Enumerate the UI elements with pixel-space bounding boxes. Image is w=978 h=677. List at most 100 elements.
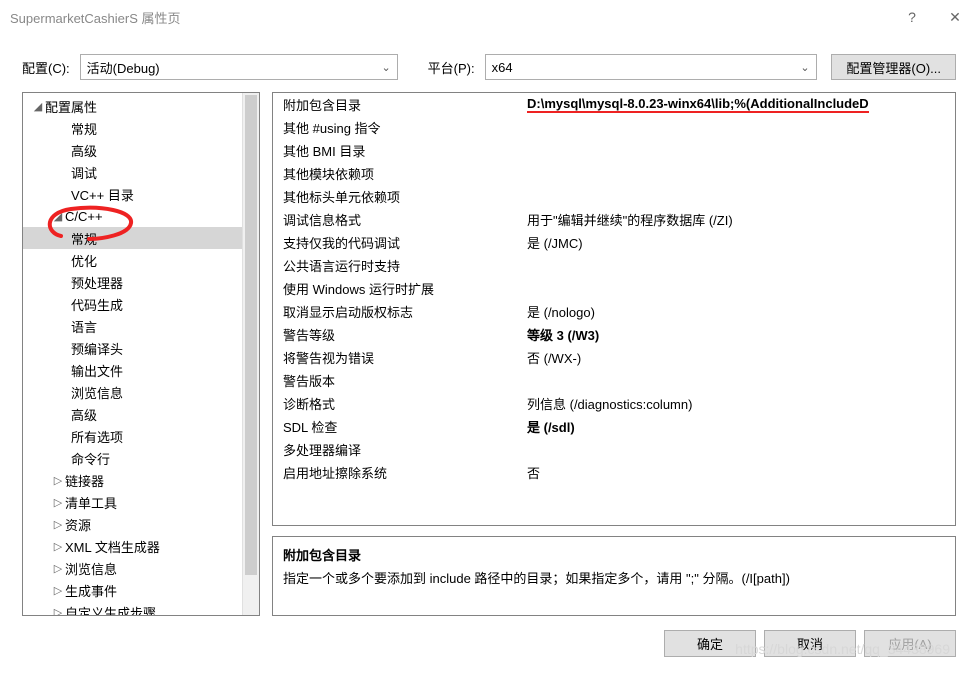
cancel-button[interactable]: 取消 — [764, 630, 856, 657]
property-value[interactable]: 列信息 (/diagnostics:column) — [525, 394, 955, 413]
property-row[interactable]: SDL 检查是 (/sdl) — [273, 415, 955, 438]
tree-item[interactable]: 调试 — [23, 161, 259, 183]
caret-right-icon: ▷ — [51, 606, 65, 617]
property-grid[interactable]: 附加包含目录D:\mysql\mysql-8.0.23-winx64\lib;%… — [272, 92, 956, 526]
platform-select[interactable]: x64 ⌄ — [485, 54, 817, 80]
property-value[interactable]: 是 (/sdl) — [525, 417, 955, 436]
tree-item[interactable]: 高级 — [23, 403, 259, 425]
property-label: 警告等级 — [273, 325, 525, 344]
property-label: 诊断格式 — [273, 394, 525, 413]
description-title: 附加包含目录 — [283, 545, 945, 564]
property-label: 调试信息格式 — [273, 210, 525, 229]
property-label: 将警告视为错误 — [273, 348, 525, 367]
property-row[interactable]: 其他 BMI 目录 — [273, 139, 955, 162]
property-row[interactable]: 使用 Windows 运行时扩展 — [273, 277, 955, 300]
chevron-down-icon: ⌄ — [381, 61, 390, 74]
property-row[interactable]: 其他模块依赖项 — [273, 162, 955, 185]
property-value[interactable]: D:\mysql\mysql-8.0.23-winx64\lib;%(Addit… — [525, 96, 955, 113]
property-row[interactable]: 公共语言运行时支持 — [273, 254, 955, 277]
scrollbar[interactable] — [242, 93, 259, 615]
property-label: 警告版本 — [273, 371, 525, 390]
tree-item[interactable]: VC++ 目录 — [23, 183, 259, 205]
property-row[interactable]: 多处理器编译 — [273, 438, 955, 461]
tree-item[interactable]: ▷XML 文档生成器 — [23, 535, 259, 557]
property-row[interactable]: 附加包含目录D:\mysql\mysql-8.0.23-winx64\lib;%… — [273, 93, 955, 116]
property-row[interactable]: 警告版本 — [273, 369, 955, 392]
tree-item[interactable]: 预编译头 — [23, 337, 259, 359]
caret-right-icon: ▷ — [51, 496, 65, 509]
property-value[interactable]: 用于"编辑并继续"的程序数据库 (/ZI) — [525, 210, 955, 229]
tree: ◢配置属性 常规 高级 调试 VC++ 目录 ◢C/C++ 常规 优化 预处理器… — [23, 93, 259, 616]
tree-item-selected[interactable]: 常规 — [23, 227, 259, 249]
tree-item[interactable]: ▷资源 — [23, 513, 259, 535]
tree-item[interactable]: 代码生成 — [23, 293, 259, 315]
close-button[interactable]: ✕ — [932, 0, 978, 34]
property-label: 其他 BMI 目录 — [273, 141, 525, 160]
tree-item[interactable]: 预处理器 — [23, 271, 259, 293]
caret-down-icon: ◢ — [51, 210, 65, 223]
property-label: 附加包含目录 — [273, 95, 525, 114]
property-value[interactable]: 否 (/WX-) — [525, 348, 955, 367]
tree-item[interactable]: 输出文件 — [23, 359, 259, 381]
property-row[interactable]: 启用地址擦除系统否 — [273, 461, 955, 484]
property-label: 取消显示启动版权标志 — [273, 302, 525, 321]
caret-right-icon: ▷ — [51, 562, 65, 575]
platform-label: 平台(P): — [428, 58, 475, 77]
scrollbar-thumb[interactable] — [245, 95, 257, 575]
property-row[interactable]: 其他 #using 指令 — [273, 116, 955, 139]
tree-item[interactable]: 浏览信息 — [23, 381, 259, 403]
caret-right-icon: ▷ — [51, 584, 65, 597]
property-label: 使用 Windows 运行时扩展 — [273, 279, 525, 298]
property-row[interactable]: 其他标头单元依赖项 — [273, 185, 955, 208]
property-value[interactable]: 等级 3 (/W3) — [525, 325, 955, 344]
tree-item[interactable]: 常规 — [23, 117, 259, 139]
property-row[interactable]: 将警告视为错误否 (/WX-) — [273, 346, 955, 369]
config-value: 活动(Debug) — [87, 58, 160, 77]
chevron-down-icon: ⌄ — [800, 61, 809, 74]
property-value[interactable]: 是 (/nologo) — [525, 302, 955, 321]
tree-item[interactable]: 高级 — [23, 139, 259, 161]
property-row[interactable]: 支持仅我的代码调试是 (/JMC) — [273, 231, 955, 254]
platform-value: x64 — [492, 60, 513, 75]
config-label: 配置(C): — [22, 58, 70, 77]
tree-item[interactable]: ▷自定义生成步骤 — [23, 601, 259, 616]
apply-button[interactable]: 应用(A) — [864, 630, 956, 657]
description-text: 指定一个或多个要添加到 include 路径中的目录；如果指定多个，请用 ";"… — [283, 568, 945, 587]
tree-item[interactable]: 语言 — [23, 315, 259, 337]
property-row[interactable]: 警告等级等级 3 (/W3) — [273, 323, 955, 346]
property-label: 其他 #using 指令 — [273, 118, 525, 137]
property-label: 其他模块依赖项 — [273, 164, 525, 183]
tree-item[interactable]: ▷浏览信息 — [23, 557, 259, 579]
footer: 确定 取消 应用(A) — [0, 616, 978, 657]
window-title: SupermarketCashierS 属性页 — [10, 8, 892, 27]
tree-item[interactable]: 所有选项 — [23, 425, 259, 447]
help-button[interactable]: ? — [892, 0, 932, 34]
main-content: ◢配置属性 常规 高级 调试 VC++ 目录 ◢C/C++ 常规 优化 预处理器… — [0, 92, 978, 616]
tree-item[interactable]: ▷生成事件 — [23, 579, 259, 601]
caret-right-icon: ▷ — [51, 474, 65, 487]
caret-down-icon: ◢ — [31, 100, 45, 113]
property-row[interactable]: 诊断格式列信息 (/diagnostics:column) — [273, 392, 955, 415]
tree-item-cpp[interactable]: ◢C/C++ — [23, 205, 259, 227]
config-select[interactable]: 活动(Debug) ⌄ — [80, 54, 398, 80]
property-value[interactable]: 否 — [525, 463, 955, 482]
titlebar: SupermarketCashierS 属性页 ? ✕ — [0, 0, 978, 34]
tree-panel[interactable]: ◢配置属性 常规 高级 调试 VC++ 目录 ◢C/C++ 常规 优化 预处理器… — [22, 92, 260, 616]
tree-item[interactable]: 命令行 — [23, 447, 259, 469]
tree-root[interactable]: ◢配置属性 — [23, 95, 259, 117]
window-controls: ? ✕ — [892, 0, 978, 34]
ok-button[interactable]: 确定 — [664, 630, 756, 657]
tree-item[interactable]: ▷清单工具 — [23, 491, 259, 513]
toolbar: 配置(C): 活动(Debug) ⌄ 平台(P): x64 ⌄ 配置管理器(O)… — [0, 34, 978, 92]
right-column: 附加包含目录D:\mysql\mysql-8.0.23-winx64\lib;%… — [272, 92, 956, 616]
tree-item[interactable]: ▷链接器 — [23, 469, 259, 491]
property-row[interactable]: 取消显示启动版权标志是 (/nologo) — [273, 300, 955, 323]
description-panel: 附加包含目录 指定一个或多个要添加到 include 路径中的目录；如果指定多个… — [272, 536, 956, 616]
tree-item[interactable]: 优化 — [23, 249, 259, 271]
property-value[interactable]: 是 (/JMC) — [525, 233, 955, 252]
config-manager-button[interactable]: 配置管理器(O)... — [831, 54, 956, 80]
property-row[interactable]: 调试信息格式用于"编辑并继续"的程序数据库 (/ZI) — [273, 208, 955, 231]
caret-right-icon: ▷ — [51, 518, 65, 531]
property-label: 支持仅我的代码调试 — [273, 233, 525, 252]
caret-right-icon: ▷ — [51, 540, 65, 553]
